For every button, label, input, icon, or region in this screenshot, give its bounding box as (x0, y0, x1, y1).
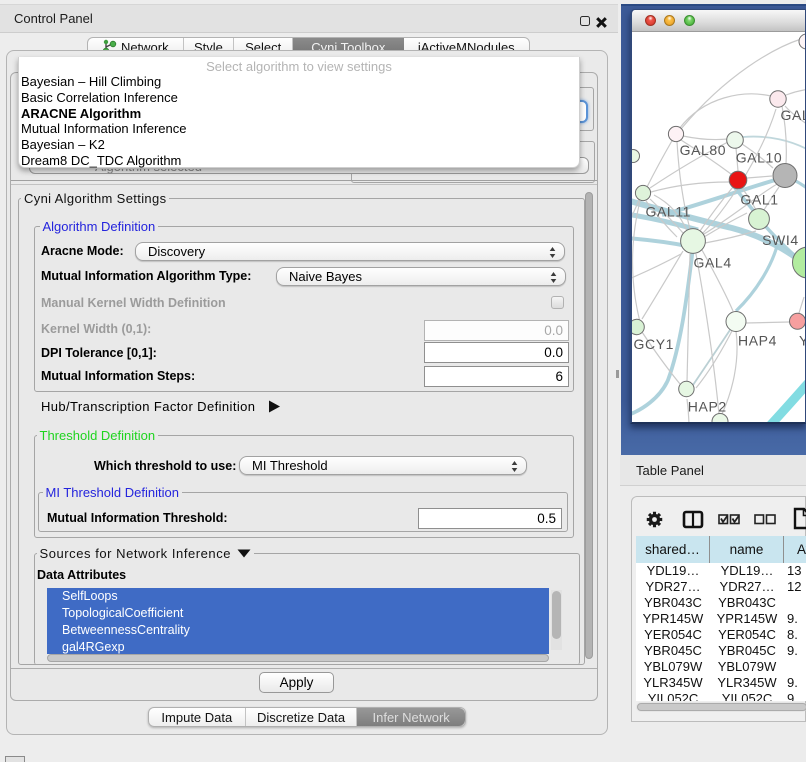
svg-text:GAL11: GAL11 (646, 204, 692, 220)
svg-text:HAP2: HAP2 (688, 399, 727, 415)
svg-text:GAL10: GAL10 (736, 150, 783, 166)
svg-text:Y: Y (799, 333, 806, 349)
svg-text:SWI4: SWI4 (762, 232, 799, 248)
svg-text:GCY1: GCY1 (634, 336, 675, 352)
svg-text:GAL4: GAL4 (694, 254, 732, 270)
svg-text:GAL1: GAL1 (740, 192, 778, 208)
svg-text:GAL80: GAL80 (680, 142, 727, 158)
svg-text:GAL7: GAL7 (781, 107, 806, 123)
svg-text:HAP4: HAP4 (738, 333, 777, 349)
